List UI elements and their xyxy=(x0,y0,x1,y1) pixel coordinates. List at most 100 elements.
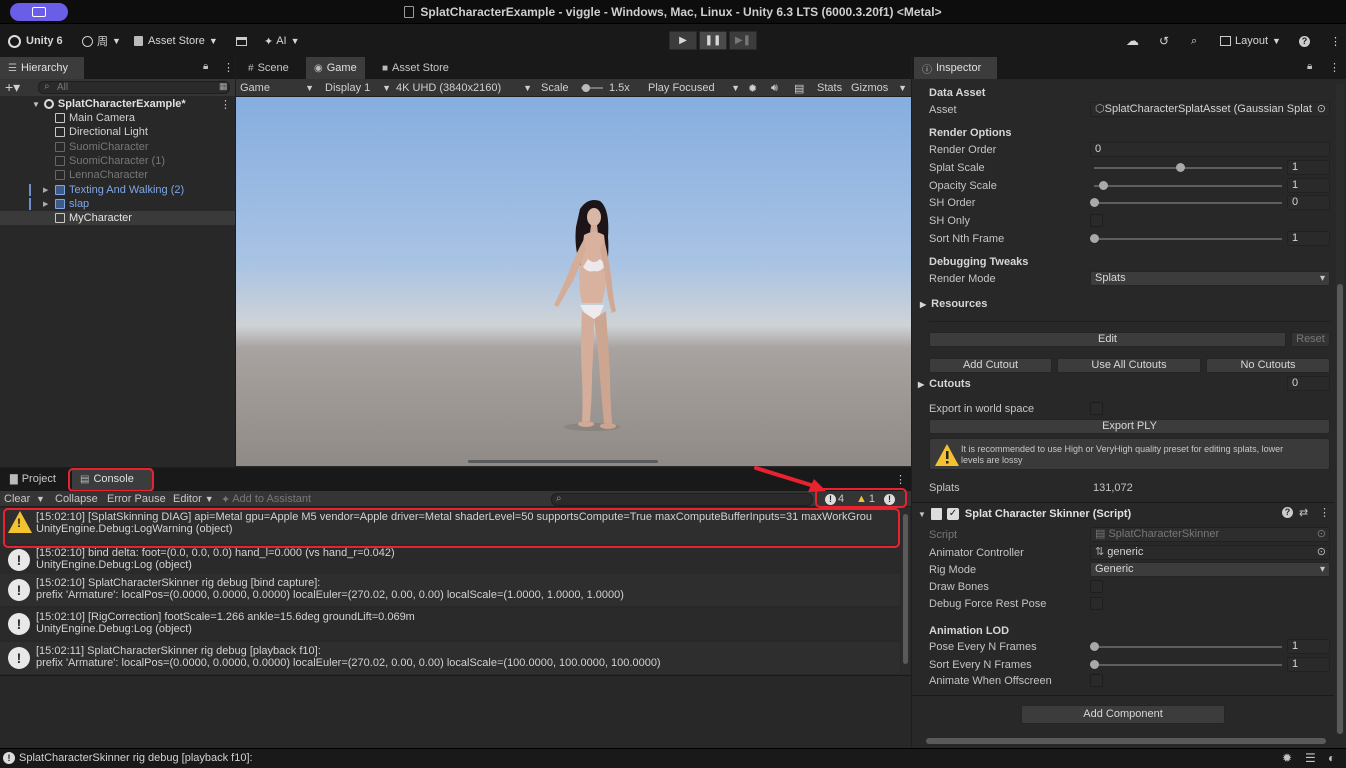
opacity-scale-field[interactable]: 1 xyxy=(1287,178,1330,193)
component-header[interactable]: ▼ ✓ Splat Character Skinner (Script) xyxy=(918,507,1131,521)
tab-game[interactable]: ◉ Game xyxy=(306,57,365,79)
tab-project[interactable]: ▇ Project xyxy=(2,468,64,490)
sort-nth-slider[interactable] xyxy=(1094,238,1282,240)
animator-controller-field[interactable]: ⇅ generic ⊙ xyxy=(1090,545,1330,560)
pose-every-field[interactable]: 1 xyxy=(1287,639,1330,654)
scene-row[interactable]: ▼ SplatCharacterExample* ⋮ xyxy=(0,97,235,111)
console-log-row[interactable]: ! [15:02:10] SplatCharacterSkinner rig de… xyxy=(0,574,900,606)
pose-every-knob[interactable] xyxy=(1090,642,1099,651)
object-picker-icon[interactable]: ⊙ xyxy=(1317,546,1326,559)
sort-nth-knob[interactable] xyxy=(1090,234,1099,243)
editor-dropdown[interactable]: Editor ▼ xyxy=(173,492,214,506)
audio-icon[interactable]: 🔊︎ xyxy=(771,81,778,95)
opacity-scale-slider[interactable] xyxy=(1094,185,1282,187)
history-icon[interactable]: ↺ xyxy=(1159,33,1169,49)
unity-menu-button[interactable]: Unity 6 xyxy=(8,33,67,49)
expand-arrow-icon[interactable]: ▶ xyxy=(43,186,48,194)
asset-field[interactable]: ⬡SplatCharacterSplatAsset (Gaussian Spla… xyxy=(1090,102,1330,117)
pose-every-slider[interactable] xyxy=(1094,646,1282,648)
use-all-cutouts-button[interactable]: Use All Cutouts xyxy=(1057,358,1201,373)
filter-icon[interactable]: ▦ xyxy=(219,81,228,92)
step-button[interactable]: ▶❚ xyxy=(729,31,757,50)
splat-scale-field[interactable]: 1 xyxy=(1287,160,1330,175)
warning-count-toggle[interactable]: ▲ 1 xyxy=(856,492,875,506)
console-log-row[interactable]: ! [15:02:11] SplatCharacterSkinner rig de… xyxy=(0,642,900,674)
tab-hierarchy[interactable]: ☰ Hierarchy xyxy=(0,57,84,79)
viewport-scrollbar[interactable] xyxy=(468,460,658,463)
debug-icon[interactable]: ✹ xyxy=(1282,751,1292,765)
sort-every-knob[interactable] xyxy=(1090,660,1099,669)
play-mode-dropdown[interactable]: Play Focused ▼ xyxy=(648,81,740,95)
edit-button[interactable]: Edit xyxy=(929,332,1286,347)
hierarchy-item[interactable]: MyCharacter xyxy=(0,211,235,226)
sh-only-checkbox[interactable] xyxy=(1090,214,1103,227)
preset-icon[interactable]: ⇄ xyxy=(1299,506,1308,519)
lock-icon[interactable]: 🔒︎ xyxy=(1307,61,1312,72)
keyboard-icon[interactable]: ▤ xyxy=(794,81,804,95)
draw-bones-checkbox[interactable] xyxy=(1090,580,1103,593)
account-button[interactable]: 周 ▼ xyxy=(82,33,121,49)
status-message[interactable]: SplatCharacterSkinner rig debug [playbac… xyxy=(19,752,253,764)
scene-menu-icon[interactable]: ⋮ xyxy=(220,98,231,111)
panel-menu-icon[interactable]: ⋮ xyxy=(895,473,906,486)
debug-force-rest-pose-checkbox[interactable] xyxy=(1090,597,1103,610)
sh-order-slider[interactable] xyxy=(1094,202,1282,204)
render-mode-dropdown[interactable]: Splats xyxy=(1090,271,1330,286)
hierarchy-item[interactable]: Main Camera xyxy=(0,111,235,125)
search-icon[interactable]: ⌕ xyxy=(1191,33,1197,49)
inspector-horizontal-scrollbar[interactable] xyxy=(926,738,1326,744)
object-picker-icon[interactable]: ⊙ xyxy=(1317,103,1326,116)
splat-scale-slider[interactable] xyxy=(1094,167,1282,169)
cloud-icon[interactable]: ☁ xyxy=(1126,33,1139,49)
lock-icon[interactable]: 🔒︎ xyxy=(203,61,208,72)
hierarchy-item[interactable]: SuomiCharacter xyxy=(0,140,235,154)
error-count-toggle[interactable]: ! xyxy=(884,492,895,506)
tab-inspector[interactable]: ⓘ Inspector xyxy=(914,57,997,79)
add-cutout-button[interactable]: Add Cutout xyxy=(929,358,1052,373)
game-viewport[interactable] xyxy=(236,97,911,466)
hierarchy-item[interactable]: ▶ Texting And Walking (2) xyxy=(0,183,235,197)
console-scrollbar[interactable] xyxy=(901,508,910,674)
console-log-row[interactable]: ! [15:02:10] bind delta: foot=(0.0, 0.0, … xyxy=(0,544,900,576)
help-icon[interactable]: ? xyxy=(1282,507,1293,518)
rig-mode-dropdown[interactable]: Generic xyxy=(1090,562,1330,577)
background-tasks-icon[interactable]: ◐ xyxy=(1328,751,1335,765)
console-log-row[interactable]: ! [15:02:10] [RigCorrection] footScale=1.… xyxy=(0,608,900,640)
expand-arrow-icon[interactable]: ▼ xyxy=(32,100,40,109)
tab-scene[interactable]: # Scene xyxy=(240,57,297,79)
add-icon[interactable]: +▾ xyxy=(5,79,20,96)
sort-every-field[interactable]: 1 xyxy=(1287,657,1330,672)
panel-menu-icon[interactable]: ⋮ xyxy=(1329,61,1340,74)
export-ply-button[interactable]: Export PLY xyxy=(929,419,1330,434)
hierarchy-search-input[interactable]: ⌕ All ▦ xyxy=(38,81,230,94)
hierarchy-item[interactable]: SuomiCharacter (1) xyxy=(0,154,235,168)
error-pause-toggle[interactable]: Error Pause xyxy=(107,492,166,506)
game-mode-dropdown[interactable]: Game ▼ xyxy=(240,81,314,95)
add-to-assistant-button[interactable]: ✦ Add to Assistant xyxy=(221,492,311,506)
bug-icon[interactable]: ✹ xyxy=(748,81,757,95)
cutouts-foldout[interactable]: ▶ Cutouts xyxy=(918,378,971,390)
resources-foldout[interactable]: ▶ Resources xyxy=(920,298,987,310)
layers-icon[interactable]: ☰ xyxy=(1305,751,1316,765)
stats-button[interactable]: Stats xyxy=(817,81,842,95)
resolution-dropdown[interactable]: 4K UHD (3840x2160) ▼ xyxy=(396,81,532,95)
sort-nth-field[interactable]: 1 xyxy=(1287,231,1330,246)
export-world-space-checkbox[interactable] xyxy=(1090,402,1103,415)
hierarchy-item[interactable]: LennaCharacter xyxy=(0,168,235,182)
component-menu-icon[interactable]: ⋮ xyxy=(1319,506,1330,519)
cutouts-count-field[interactable]: 0 xyxy=(1287,376,1330,391)
add-component-button[interactable]: Add Component xyxy=(1021,705,1225,724)
scale-slider-knob[interactable] xyxy=(582,84,590,92)
sh-order-knob[interactable] xyxy=(1090,198,1099,207)
hierarchy-item[interactable]: ▶ slap xyxy=(0,197,235,211)
collapse-toggle[interactable]: Collapse xyxy=(55,492,98,506)
console-scrollbar-thumb[interactable] xyxy=(903,514,908,664)
sh-order-field[interactable]: 0 xyxy=(1287,195,1330,210)
asset-store-button[interactable]: Asset Store ▼ xyxy=(134,33,218,49)
reset-button[interactable]: Reset xyxy=(1291,332,1330,347)
expand-arrow-icon[interactable]: ▶ xyxy=(43,200,48,208)
layout-dropdown[interactable]: Layout ▼ xyxy=(1220,33,1281,49)
render-order-field[interactable]: 0 xyxy=(1090,142,1330,157)
animate-offscreen-checkbox[interactable] xyxy=(1090,674,1103,687)
play-button[interactable]: ▶ xyxy=(669,31,697,50)
